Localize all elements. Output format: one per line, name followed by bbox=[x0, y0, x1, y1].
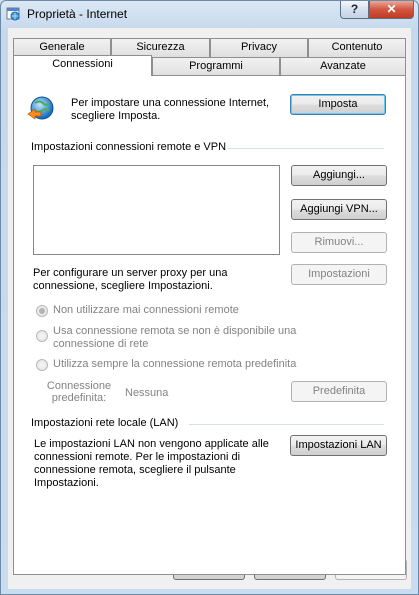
add-vpn-button[interactable]: Aggiungi VPN... bbox=[291, 199, 387, 220]
tab-privacy[interactable]: Privacy bbox=[210, 38, 308, 57]
tab-connessioni[interactable]: Connessioni bbox=[13, 55, 152, 76]
set-default-button[interactable]: Predefinita bbox=[291, 381, 387, 402]
radio-always-dial-label: Utilizza sempre la connessione remota pr… bbox=[53, 358, 297, 370]
connections-list[interactable] bbox=[33, 165, 280, 255]
proxy-settings-button[interactable]: Impostazioni bbox=[291, 264, 387, 285]
default-connection-value: Nessuna bbox=[125, 387, 169, 399]
setup-description: Per impostare una connessione Internet, … bbox=[71, 97, 270, 122]
setup-button[interactable]: Imposta bbox=[290, 94, 386, 115]
connections-panel: Per impostare una connessione Internet, … bbox=[13, 75, 406, 575]
title-bar: Proprietà - Internet ? ✕ bbox=[1, 1, 418, 27]
tab-programmi[interactable]: Programmi bbox=[152, 57, 280, 76]
lan-group-title: Impostazioni rete locale (LAN) bbox=[31, 417, 179, 429]
radio-never-dial[interactable] bbox=[36, 305, 48, 317]
dialup-group-title: Impostazioni connessioni remote e VPN bbox=[31, 141, 227, 153]
lan-description: Le impostazioni LAN non vengono applicat… bbox=[34, 438, 269, 489]
internet-properties-window: Proprietà - Internet ? ✕ Generale Sicure… bbox=[0, 0, 419, 595]
internet-options-icon bbox=[6, 7, 20, 21]
lan-group-divider bbox=[189, 424, 384, 425]
add-button[interactable]: Aggiungi... bbox=[291, 165, 387, 186]
help-button[interactable]: ? bbox=[340, 1, 369, 19]
proxy-description: Per configurare un server proxy per una … bbox=[33, 267, 228, 292]
globe-connect-icon bbox=[27, 96, 54, 120]
window-title: Proprietà - Internet bbox=[27, 7, 128, 21]
lan-settings-button[interactable]: Impostazioni LAN bbox=[290, 435, 387, 456]
tab-avanzate[interactable]: Avanzate bbox=[280, 57, 406, 76]
default-connection-label: Connessione predefinita: bbox=[46, 380, 112, 404]
radio-dial-when-no-network[interactable] bbox=[36, 330, 48, 342]
radio-never-dial-label: Non utilizzare mai connessioni remote bbox=[53, 304, 239, 316]
tab-contenuto[interactable]: Contenuto bbox=[308, 38, 406, 57]
dialup-group-divider bbox=[228, 148, 384, 149]
radio-always-dial[interactable] bbox=[36, 359, 48, 371]
radio-dial-when-no-network-label: Usa connessione remota se non è disponib… bbox=[53, 325, 297, 350]
remove-button[interactable]: Rimuovi... bbox=[291, 232, 387, 253]
dialog-client-area: Generale Sicurezza Privacy Contenuto Con… bbox=[8, 28, 411, 589]
close-button[interactable]: ✕ bbox=[369, 1, 414, 19]
